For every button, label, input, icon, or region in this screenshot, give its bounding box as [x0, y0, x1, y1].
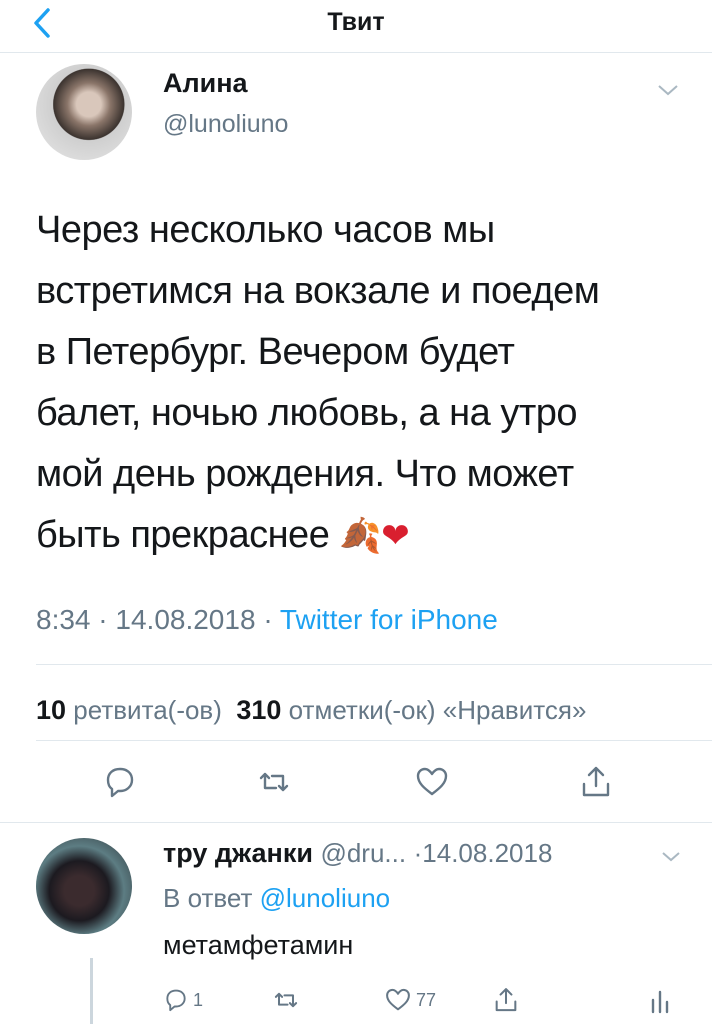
tweet-line: встретимся на вокзале и поедем [36, 270, 600, 312]
reply-to-line: В ответ @lunoliuno [163, 883, 390, 914]
reply-like-count: 77 [416, 989, 437, 1010]
divider [0, 822, 712, 823]
reply-reply-button[interactable]: 1 [163, 986, 203, 1014]
likes-label[interactable]: отметки(-ок) «Нравится» [289, 695, 587, 725]
reply-icon [166, 989, 186, 1012]
leaf-heart-emoji: 🍂❤ [339, 516, 410, 556]
tweet-line: мой день рождения. Что может [36, 453, 574, 495]
divider [36, 664, 712, 665]
tweet-meta: 8:34 · 14.08.2018 · Twitter for iPhone [36, 604, 498, 636]
reply-date: ·14.08.2018 [413, 838, 553, 868]
author-name[interactable]: Алина [163, 68, 248, 99]
tweet-date: 14.08.2018 [115, 604, 256, 635]
reply-analytics-button[interactable] [648, 986, 672, 1014]
tweet-line: балет, ночью любовь, а на утро [36, 392, 578, 434]
meta-separator: · [263, 604, 273, 635]
reply-like-button[interactable]: 77 [384, 986, 436, 1014]
reply-author-handle[interactable]: @dru... [320, 838, 406, 868]
meta-separator: · [98, 604, 108, 635]
tweet-stats: 10 ретвита(-ов) 310 отметки(-ок) «Нравит… [36, 695, 712, 726]
like-icon [386, 988, 410, 1011]
tweet-time: 8:34 [36, 604, 91, 635]
analytics-icon [651, 990, 669, 1014]
likes-count[interactable]: 310 [236, 695, 281, 725]
reply-author-avatar[interactable] [36, 838, 132, 934]
author-avatar[interactable] [36, 64, 132, 160]
nav-bar: Твит [0, 0, 712, 53]
reply-text: метамфетамин [163, 930, 354, 960]
caret-down-icon[interactable] [656, 80, 680, 100]
tweet-line: быть прекраснее [36, 514, 330, 556]
retweets-label[interactable]: ретвита(-ов) [73, 695, 222, 725]
thread-line [90, 958, 93, 1024]
divider [36, 740, 712, 741]
reply-author-name[interactable]: тру джанки [163, 838, 313, 868]
retweet-icon[interactable] [256, 764, 292, 800]
caret-down-icon[interactable] [660, 848, 682, 866]
reply-header: тру джанки @dru... ·14.08.2018 [163, 838, 552, 869]
reply-prefix: В ответ [163, 883, 253, 913]
tweet-source-link[interactable]: Twitter for iPhone [280, 604, 498, 635]
retweet-icon [274, 992, 298, 1008]
tweet-text: Через несколько часов мы встретимся на в… [36, 200, 686, 567]
tweet-line: в Петербург. Вечером будет [36, 331, 515, 373]
reply-to-link[interactable]: @lunoliuno [260, 883, 390, 913]
retweets-count[interactable]: 10 [36, 695, 66, 725]
reply-icon[interactable] [102, 764, 138, 800]
reply-share-button[interactable] [492, 986, 520, 1014]
reply-retweet-button[interactable] [272, 986, 300, 1014]
reply-count: 1 [193, 989, 204, 1010]
share-icon[interactable] [578, 764, 614, 800]
tweet-line: Через несколько часов мы [36, 209, 495, 251]
page-title: Твит [327, 8, 385, 36]
author-handle[interactable]: @lunoliuno [163, 110, 288, 139]
share-icon [495, 988, 517, 1012]
tweet-line-last: быть прекраснее 🍂❤ [36, 505, 686, 567]
like-icon[interactable] [414, 764, 450, 800]
